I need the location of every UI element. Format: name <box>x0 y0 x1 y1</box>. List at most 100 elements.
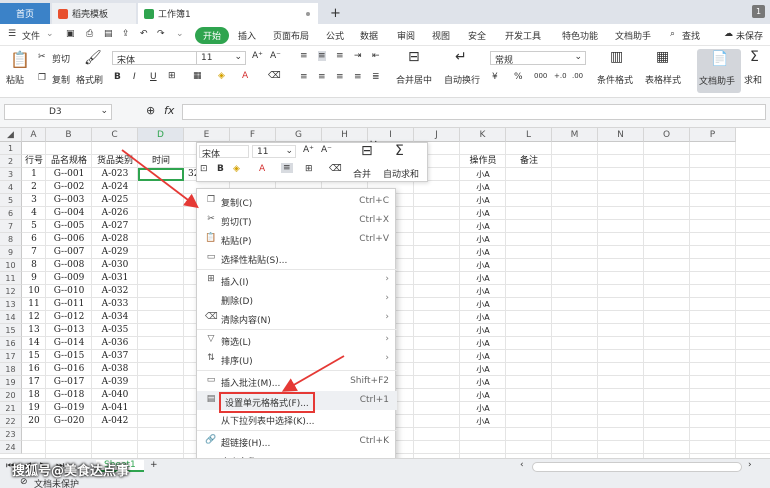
header-cell[interactable]: 操作员 <box>460 155 506 168</box>
row-header[interactable]: 21 <box>0 402 22 415</box>
increase-decimal-icon[interactable]: +.0 <box>554 72 567 80</box>
scroll-left-icon[interactable]: ‹ <box>520 460 524 470</box>
menu-item-cut[interactable]: ✂ 剪切(T) Ctrl+X <box>197 211 397 230</box>
align-left-icon[interactable]: ≡ <box>300 72 308 82</box>
menu-item-format-cells[interactable]: ▤ 设置单元格格式(F)... Ctrl+1 <box>197 391 397 413</box>
table-cell[interactable]: 20 <box>22 415 46 428</box>
table-cell[interactable]: G--016 <box>46 363 92 376</box>
mini-autosum-button[interactable]: 自动求和 <box>383 167 419 180</box>
header-cell[interactable]: 品名规格 <box>46 155 92 168</box>
row-header[interactable]: 3 <box>0 168 22 181</box>
table-cell[interactable]: A-025 <box>92 194 138 207</box>
font-size-select[interactable]: 11 ⌄ <box>196 51 246 65</box>
table-cell[interactable]: 6 <box>22 233 46 246</box>
table-cell[interactable]: 小A <box>460 194 506 207</box>
increase-font-icon[interactable]: A⁺ <box>252 51 263 61</box>
table-cell[interactable]: G--017 <box>46 376 92 389</box>
table-cell[interactable]: 14 <box>22 337 46 350</box>
table-cell[interactable]: G--006 <box>46 233 92 246</box>
table-cell[interactable]: G--013 <box>46 324 92 337</box>
table-cell[interactable]: A-027 <box>92 220 138 233</box>
menu-item-sort[interactable]: ⇅ 排序(U) › <box>197 350 397 369</box>
header-cell[interactable]: 时间 <box>138 155 184 168</box>
table-cell[interactable]: A-042 <box>92 415 138 428</box>
align-center-icon[interactable]: ≡ <box>318 72 326 82</box>
table-cell[interactable]: 小A <box>460 363 506 376</box>
table-cell[interactable]: 13 <box>22 324 46 337</box>
menu-review[interactable]: 审阅 <box>397 29 415 42</box>
table-cell[interactable]: 小A <box>460 220 506 233</box>
table-cell[interactable]: A-040 <box>92 389 138 402</box>
menu-developer[interactable]: 开发工具 <box>505 29 541 42</box>
column-header-g[interactable]: G <box>276 128 322 142</box>
fill-color-icon[interactable]: ◈ <box>233 164 240 174</box>
table-cell[interactable]: 小A <box>460 324 506 337</box>
menu-features[interactable]: 特色功能 <box>562 29 598 42</box>
merge-center-button[interactable]: 合并居中 <box>396 73 432 86</box>
table-cell[interactable]: G--009 <box>46 272 92 285</box>
border-icon[interactable]: ⊞ <box>305 164 313 174</box>
table-cell[interactable]: 小A <box>460 168 506 181</box>
zoom-icon[interactable]: ⊕ <box>146 104 155 117</box>
table-cell[interactable]: G--011 <box>46 298 92 311</box>
table-cell[interactable]: 小A <box>460 285 506 298</box>
table-cell[interactable]: A-041 <box>92 402 138 415</box>
decrease-font-icon[interactable]: A⁻ <box>321 145 332 155</box>
sum-button[interactable]: 求和 <box>744 73 762 86</box>
menu-insert[interactable]: 插入 <box>238 29 256 42</box>
table-cell[interactable]: 7 <box>22 246 46 259</box>
fill-pattern-icon[interactable]: ▦ <box>193 71 202 81</box>
eraser-icon[interactable]: ⌫ <box>329 164 342 174</box>
table-cell[interactable]: 小A <box>460 207 506 220</box>
table-cell[interactable]: 4 <box>22 207 46 220</box>
table-cell[interactable]: G--007 <box>46 246 92 259</box>
doc-helper-button[interactable]: 📄 文档助手 <box>697 49 741 93</box>
column-header-a[interactable]: A <box>22 128 46 142</box>
scroll-right-icon[interactable]: › <box>748 460 752 470</box>
table-cell[interactable]: 18 <box>22 389 46 402</box>
decrease-decimal-icon[interactable]: .00 <box>572 72 583 80</box>
format-brush-button[interactable]: 格式刷 <box>76 73 103 86</box>
row-header[interactable]: 16 <box>0 337 22 350</box>
table-cell[interactable]: A-034 <box>92 311 138 324</box>
wrap-text-button[interactable]: 自动换行 <box>444 73 480 86</box>
column-header-f[interactable]: F <box>230 128 276 142</box>
table-cell[interactable]: A-038 <box>92 363 138 376</box>
table-cell[interactable]: A-037 <box>92 350 138 363</box>
table-cell[interactable]: 5 <box>22 220 46 233</box>
column-header-m[interactable]: M <box>552 128 598 142</box>
align-middle-icon[interactable]: ≡ <box>318 51 326 61</box>
table-cell[interactable]: 小A <box>460 298 506 311</box>
menu-item-insert-comment[interactable]: ▭ 插入批注(M)... Shift+F2 <box>197 372 397 391</box>
menu-formula[interactable]: 公式 <box>326 29 344 42</box>
unsaved-status[interactable]: 未保存 <box>736 29 763 42</box>
window-count-badge[interactable]: 1 <box>752 5 765 18</box>
table-cell[interactable]: A-023 <box>92 168 138 181</box>
customize-icon[interactable]: ⌄ <box>176 29 184 39</box>
table-cell[interactable]: 小A <box>460 337 506 350</box>
menu-item-paste-special[interactable]: ▭ 选择性粘贴(S)... <box>197 249 397 268</box>
table-cell[interactable]: 9 <box>22 272 46 285</box>
row-header[interactable]: 1 <box>0 142 22 155</box>
table-cell[interactable]: A-029 <box>92 246 138 259</box>
row-header[interactable]: 11 <box>0 272 22 285</box>
row-header[interactable]: 12 <box>0 285 22 298</box>
row-header[interactable]: 15 <box>0 324 22 337</box>
italic-icon[interactable]: I <box>133 72 136 82</box>
column-header-k[interactable]: K <box>460 128 506 142</box>
menu-item-delete[interactable]: 删除(D) › <box>197 290 397 309</box>
horizontal-scrollbar[interactable] <box>532 462 742 472</box>
row-header[interactable]: 22 <box>0 415 22 428</box>
column-header-l[interactable]: L <box>506 128 552 142</box>
conditional-format-button[interactable]: 条件格式 <box>597 73 633 86</box>
mini-font-select[interactable]: 宋体 <box>199 145 249 160</box>
new-tab-icon[interactable]: + <box>324 3 344 24</box>
mini-merge-button[interactable]: 合并 <box>353 167 371 180</box>
hamburger-icon[interactable]: ☰ <box>8 29 16 39</box>
table-cell[interactable]: 小A <box>460 233 506 246</box>
decrease-font-icon[interactable]: A⁻ <box>270 51 281 61</box>
table-cell[interactable]: 小A <box>460 181 506 194</box>
table-cell[interactable]: 8 <box>22 259 46 272</box>
table-cell[interactable]: 11 <box>22 298 46 311</box>
table-cell[interactable]: A-039 <box>92 376 138 389</box>
